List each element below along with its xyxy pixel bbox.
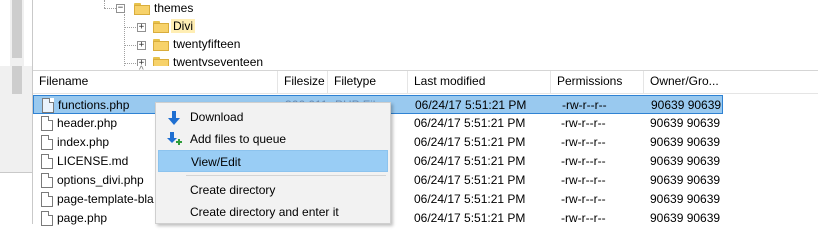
file-modified: 06/24/17 5:51:21 PM bbox=[414, 135, 526, 149]
file-permissions: -rw-r--r-- bbox=[561, 135, 606, 149]
tree-connector bbox=[104, 8, 116, 9]
tree-connector bbox=[124, 14, 125, 66]
left-pane-lower bbox=[0, 172, 33, 224]
file-modified: 06/24/17 5:51:21 PM bbox=[414, 211, 526, 225]
context-menu: Download Add files to queue View/Edit Cr… bbox=[155, 102, 391, 224]
file-owner: 90639 90639 bbox=[650, 116, 721, 130]
file-modified: 06/24/17 5:51:21 PM bbox=[414, 154, 526, 168]
php-file-icon bbox=[41, 173, 53, 188]
file-modified: 06/24/17 5:51:21 PM bbox=[415, 98, 527, 112]
file-name: page-template-bla bbox=[57, 192, 154, 206]
menu-item-download[interactable]: Download bbox=[158, 106, 388, 128]
add-to-queue-icon bbox=[167, 132, 182, 145]
tree-item-themes[interactable]: themes bbox=[154, 1, 193, 15]
menu-item-label: Create directory bbox=[190, 183, 276, 197]
tree-item-twentyfifteen[interactable]: twentyfifteen bbox=[173, 37, 240, 51]
column-filesize[interactable]: Filesize bbox=[278, 71, 328, 94]
folder-icon bbox=[134, 2, 150, 15]
menu-item-add-files-to-queue[interactable]: Add files to queue bbox=[158, 128, 388, 150]
tree-connector bbox=[104, 0, 105, 8]
tree-scrollbar-thumb[interactable] bbox=[12, 0, 22, 58]
column-filename[interactable]: Filename bbox=[33, 71, 278, 94]
menu-item-view-edit[interactable]: View/Edit bbox=[158, 150, 388, 172]
file-owner: 90639 90639 bbox=[650, 135, 721, 149]
tree-connector bbox=[124, 27, 138, 28]
file-owner: 90639 90639 bbox=[650, 211, 721, 225]
file-modified: 06/24/17 5:51:21 PM bbox=[414, 173, 526, 187]
column-owner-group[interactable]: Owner/Gro... bbox=[644, 71, 818, 94]
menu-item-create-directory[interactable]: Create directory bbox=[158, 179, 388, 201]
remote-file-list: ^ Filename Filesize Filetype Last modifi… bbox=[33, 65, 818, 226]
download-arrow-icon bbox=[168, 111, 180, 125]
menu-item-label: Download bbox=[190, 110, 244, 124]
php-file-icon bbox=[42, 98, 54, 113]
file-owner: 90639 90639 bbox=[650, 192, 721, 206]
column-permissions[interactable]: Permissions bbox=[551, 71, 644, 94]
tree-collapse-toggle[interactable]: − bbox=[116, 4, 125, 13]
menu-item-create-directory-and-enter[interactable]: Create directory and enter it bbox=[158, 201, 388, 223]
left-pane-scrollbar-thumb[interactable] bbox=[12, 66, 22, 94]
tree-item-twentyseventeen[interactable]: twentyseventeen bbox=[173, 55, 263, 66]
php-file-icon bbox=[41, 211, 53, 226]
column-last-modified[interactable]: Last modified bbox=[408, 71, 551, 94]
menu-item-label: Create directory and enter it bbox=[190, 205, 339, 219]
menu-item-label: Add files to queue bbox=[190, 132, 287, 146]
tree-connector bbox=[124, 45, 138, 46]
tree-item-divi[interactable]: Divi bbox=[171, 19, 195, 33]
file-permissions: -rw-r--r-- bbox=[561, 173, 606, 187]
menu-item-label: View/Edit bbox=[191, 155, 241, 169]
php-file-icon bbox=[41, 192, 53, 207]
folder-icon bbox=[153, 56, 169, 66]
file-permissions: -rw-r--r-- bbox=[561, 192, 606, 206]
md-file-icon bbox=[41, 154, 53, 169]
menu-separator bbox=[186, 175, 386, 176]
file-owner: 90639 90639 bbox=[651, 98, 722, 112]
php-file-icon bbox=[41, 135, 53, 150]
php-file-icon bbox=[41, 116, 53, 131]
folder-icon bbox=[153, 20, 169, 33]
file-modified: 06/24/17 5:51:21 PM bbox=[414, 192, 526, 206]
file-permissions: -rw-r--r-- bbox=[561, 116, 606, 130]
tree-expand-toggle[interactable]: + bbox=[137, 41, 146, 50]
file-owner: 90639 90639 bbox=[650, 154, 721, 168]
column-header-row: ^ Filename Filesize Filetype Last modifi… bbox=[33, 65, 818, 94]
file-permissions: -rw-r--r-- bbox=[561, 154, 606, 168]
file-permissions: -rw-r--r-- bbox=[562, 98, 607, 112]
folder-icon bbox=[153, 38, 169, 51]
directory-tree: − themes + Divi + twentyfifteen + twenty… bbox=[0, 0, 818, 66]
file-modified: 06/24/17 5:51:21 PM bbox=[414, 116, 526, 130]
column-filetype[interactable]: Filetype bbox=[328, 71, 408, 94]
file-owner: 90639 90639 bbox=[650, 173, 721, 187]
tree-expand-toggle[interactable]: + bbox=[137, 23, 146, 32]
tree-connector bbox=[124, 63, 138, 64]
file-permissions: -rw-r--r-- bbox=[561, 211, 606, 225]
